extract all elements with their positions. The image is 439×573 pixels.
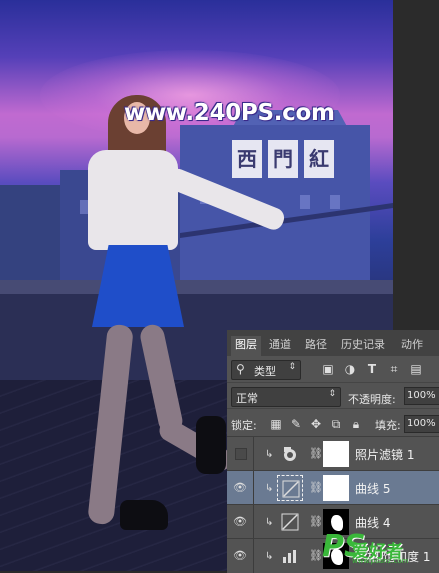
blend-row: 正常 ⇕ 不透明度: 100% <box>227 382 439 409</box>
layer-filter-row: ⚲ 类型 ⇕ ▣ ◑ T ⌗ ▤ <box>227 356 439 382</box>
workspace-background <box>393 0 439 330</box>
filter-kind-label: 类型 <box>254 365 276 378</box>
hue-saturation-icon <box>277 543 303 569</box>
divider <box>253 471 254 505</box>
divider <box>253 505 254 539</box>
eye-icon[interactable]: 👁︎ <box>233 481 247 495</box>
tab-layers[interactable]: 图层 <box>231 336 261 356</box>
link-icon[interactable]: ⛓ <box>309 515 323 528</box>
search-icon: ⚲ <box>236 362 245 376</box>
layer-row[interactable]: ↳ ⛓ 照片滤镜 1 <box>227 436 439 471</box>
clip-arrow-icon: ↳ <box>265 449 274 460</box>
panel-tabs: 图层 通道 路径 历史记录 动作 <box>227 330 439 356</box>
eye-icon[interactable]: 👁︎ <box>233 515 247 529</box>
window <box>300 195 310 209</box>
fill-input[interactable]: 100% <box>404 415 439 433</box>
wall-ledge <box>0 280 393 294</box>
lock-all-icon[interactable]: 🔒︎ <box>349 417 363 431</box>
link-icon[interactable]: ⛓ <box>309 549 323 562</box>
tab-actions[interactable]: 动作 <box>401 336 423 356</box>
site-logo: PS 爱好者 www.psahz.com <box>322 529 434 565</box>
building-sign-char: 門 <box>268 140 298 178</box>
logo-url: www.psahz.com <box>352 557 409 565</box>
layer-row-selected[interactable]: 👁︎ ↳ ⛓ 曲线 5 <box>227 470 439 505</box>
opacity-label: 不透明度: <box>348 393 396 406</box>
shape-filter-icon[interactable]: ⌗ <box>387 362 401 376</box>
building-sign-char: 紅 <box>304 140 334 178</box>
blend-mode-select[interactable]: 正常 ⇕ <box>231 387 341 407</box>
lock-image-icon[interactable]: ✎ <box>289 417 303 431</box>
woman-jacket <box>88 150 178 250</box>
smartobject-filter-icon[interactable]: ▤ <box>409 362 423 376</box>
divider <box>253 539 254 573</box>
clip-arrow-icon: ↳ <box>265 483 274 494</box>
lock-transparent-icon[interactable]: ▦ <box>269 417 283 431</box>
layer-name: 照片滤镜 1 <box>355 448 415 462</box>
tab-paths[interactable]: 路径 <box>305 336 327 356</box>
woman-shoe <box>196 416 226 474</box>
visibility-toggle-off[interactable] <box>235 448 247 460</box>
adjustment-filter-icon[interactable]: ◑ <box>343 362 357 376</box>
type-filter-icon[interactable]: T <box>365 362 379 376</box>
layer-mask-thumbnail[interactable] <box>323 441 349 467</box>
lock-artboard-icon[interactable]: ⧉ <box>329 417 343 431</box>
window <box>330 195 340 209</box>
image-filter-icon[interactable]: ▣ <box>321 362 335 376</box>
watermark-text: www.240PS.com <box>124 100 335 126</box>
fill-label: 填充: <box>375 419 401 432</box>
layer-name: 曲线 5 <box>355 482 391 496</box>
curves-icon <box>277 509 303 535</box>
clip-arrow-icon: ↳ <box>265 551 274 562</box>
lock-label: 锁定: <box>231 419 257 432</box>
link-icon[interactable]: ⛓ <box>309 481 323 494</box>
opacity-input[interactable]: 100% <box>404 387 439 405</box>
eye-icon[interactable]: 👁︎ <box>233 549 247 563</box>
building-sign-char: 西 <box>232 140 262 178</box>
updown-icon: ⇕ <box>288 362 296 372</box>
layer-mask-thumbnail[interactable] <box>323 475 349 501</box>
lock-position-icon[interactable]: ✥ <box>309 417 323 431</box>
blend-mode-value: 正常 <box>236 392 258 405</box>
lock-row: 锁定: ▦ ✎ ✥ ⧉ 🔒︎ 填充: 100% <box>227 408 439 437</box>
photo-filter-icon <box>277 441 303 467</box>
clip-arrow-icon: ↳ <box>265 517 274 528</box>
link-icon[interactable]: ⛓ <box>309 447 323 460</box>
updown-icon: ⇕ <box>328 389 336 399</box>
filter-kind-select[interactable]: ⚲ 类型 ⇕ <box>231 360 301 380</box>
tab-channels[interactable]: 通道 <box>269 336 291 356</box>
tab-history[interactable]: 历史记录 <box>341 336 385 356</box>
curves-icon <box>277 475 303 501</box>
woman-shoe <box>120 500 168 530</box>
divider <box>253 437 254 471</box>
